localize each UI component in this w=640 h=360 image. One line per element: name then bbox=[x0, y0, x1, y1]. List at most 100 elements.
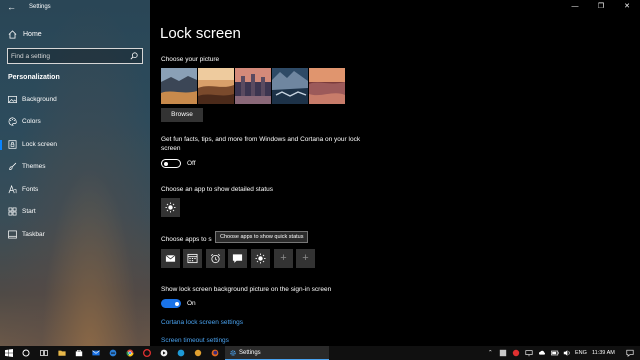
search-box bbox=[7, 48, 143, 64]
sidebar-item-label: Start bbox=[22, 208, 36, 215]
alarm-icon bbox=[210, 253, 221, 264]
app-title: Settings bbox=[29, 4, 51, 10]
taskbar-settings-button[interactable]: Settings bbox=[225, 346, 329, 360]
fun-facts-toggle[interactable] bbox=[161, 159, 181, 168]
fun-facts-text: Get fun facts, tips, and more from Windo… bbox=[161, 136, 361, 152]
sidebar-item-taskbar[interactable]: Taskbar bbox=[0, 227, 150, 243]
signin-background-toggle[interactable] bbox=[161, 299, 181, 308]
picture-thumbnail[interactable] bbox=[235, 68, 271, 104]
signin-background-text: Show lock screen background picture on t… bbox=[161, 286, 332, 293]
sidebar-item-themes[interactable]: Themes bbox=[0, 159, 150, 175]
browse-button[interactable]: Browse bbox=[161, 108, 203, 122]
taskbar: Settings ⌃ ENG 11:39 AM bbox=[0, 346, 640, 360]
quick-status-label: Choose apps to s bbox=[161, 236, 212, 243]
maximize-button[interactable]: ❐ bbox=[588, 0, 614, 14]
picture-thumbnail[interactable] bbox=[198, 68, 234, 104]
sidebar-item-label: Lock screen bbox=[22, 141, 58, 148]
weather-sun-icon bbox=[255, 253, 266, 264]
picture-thumbnails bbox=[161, 68, 345, 104]
picture-thumbnail[interactable] bbox=[161, 68, 197, 104]
windows-start-icon[interactable] bbox=[5, 349, 13, 357]
search-icon[interactable] bbox=[130, 52, 138, 60]
lock-screen-icon bbox=[8, 140, 17, 149]
page-title: Lock screen bbox=[160, 25, 241, 42]
toggle-knob bbox=[175, 301, 179, 306]
weather-sun-icon bbox=[165, 202, 176, 213]
battery-icon[interactable] bbox=[551, 349, 559, 357]
picture-thumbnail[interactable] bbox=[272, 68, 308, 104]
start-icon bbox=[8, 207, 17, 216]
network-icon[interactable] bbox=[525, 349, 533, 357]
sidebar-item-start[interactable]: Start bbox=[0, 204, 150, 220]
image-icon bbox=[8, 95, 17, 104]
quick-status-calendar-button[interactable] bbox=[183, 249, 202, 268]
file-explorer-icon[interactable] bbox=[58, 349, 66, 357]
detailed-status-app-button[interactable] bbox=[161, 198, 180, 217]
sidebar-item-colors[interactable]: Colors bbox=[0, 114, 150, 130]
media-player-icon[interactable] bbox=[160, 349, 168, 357]
choose-picture-label: Choose your picture bbox=[161, 56, 220, 63]
palette-icon bbox=[8, 117, 17, 126]
fun-facts-toggle-state: Off bbox=[187, 160, 196, 167]
signin-background-toggle-state: On bbox=[187, 300, 196, 307]
minimize-button[interactable]: — bbox=[562, 0, 588, 14]
show-hidden-icons-button[interactable]: ⌃ bbox=[488, 349, 493, 357]
detailed-status-label: Choose an app to show detailed status bbox=[161, 186, 274, 193]
window-controls: — ❐ ✕ bbox=[562, 0, 640, 14]
font-icon bbox=[8, 185, 17, 194]
edge-icon[interactable] bbox=[109, 349, 117, 357]
toggle-knob bbox=[164, 161, 168, 166]
skype-icon[interactable] bbox=[177, 349, 185, 357]
screen-timeout-link[interactable]: Screen timeout settings bbox=[161, 337, 229, 346]
cortana-lock-screen-link[interactable]: Cortana lock screen settings bbox=[161, 319, 243, 328]
picture-thumbnail[interactable] bbox=[309, 68, 345, 104]
quick-status-add-button[interactable]: + bbox=[296, 249, 315, 268]
quick-status-tooltip: Choose apps to show quick status bbox=[215, 231, 309, 243]
close-button[interactable]: ✕ bbox=[614, 0, 640, 14]
quick-status-add-button[interactable]: + bbox=[274, 249, 293, 268]
sidebar-item-label: Taskbar bbox=[22, 231, 45, 238]
taskbar-icon bbox=[8, 230, 17, 239]
settings-gear-icon bbox=[230, 350, 236, 356]
calendar-icon bbox=[187, 253, 198, 264]
quick-status-alarm-button[interactable] bbox=[206, 249, 225, 268]
store-icon[interactable] bbox=[75, 349, 83, 357]
volume-icon[interactable] bbox=[563, 349, 571, 357]
title-bar: ← Settings bbox=[0, 0, 150, 16]
tray-onedrive-icon[interactable] bbox=[538, 349, 546, 357]
sidebar-item-label: Fonts bbox=[22, 186, 39, 193]
sidebar-item-label: Colors bbox=[22, 118, 41, 125]
sidebar-item-lock-screen[interactable]: Lock screen bbox=[0, 137, 150, 153]
tray-app-red-icon[interactable] bbox=[512, 349, 520, 357]
home-link[interactable]: Home bbox=[8, 28, 42, 40]
lock-screen-page: — ❐ ✕ Lock screen Choose your picture Br… bbox=[150, 0, 640, 346]
sidebar-item-label: Themes bbox=[22, 163, 46, 170]
taskbar-settings-label: Settings bbox=[239, 350, 261, 356]
tray-app-icon[interactable] bbox=[499, 349, 507, 357]
search-input[interactable] bbox=[11, 50, 123, 62]
chrome-icon[interactable] bbox=[126, 349, 134, 357]
clock[interactable]: 11:39 AM bbox=[592, 349, 615, 357]
back-arrow-icon[interactable]: ← bbox=[7, 2, 16, 13]
home-label: Home bbox=[23, 30, 42, 38]
sidebar-item-fonts[interactable]: Fonts bbox=[0, 182, 150, 198]
selection-indicator bbox=[0, 140, 2, 150]
app-icon[interactable] bbox=[194, 349, 202, 357]
language-indicator[interactable]: ENG bbox=[575, 349, 587, 357]
quick-status-mail-button[interactable] bbox=[161, 249, 180, 268]
firefox-icon[interactable] bbox=[211, 349, 219, 357]
cortana-icon[interactable] bbox=[22, 349, 30, 357]
home-icon bbox=[8, 29, 17, 39]
quick-status-message-button[interactable] bbox=[228, 249, 247, 268]
task-view-icon[interactable] bbox=[40, 349, 48, 357]
sidebar-item-background[interactable]: Background bbox=[0, 92, 150, 108]
brush-icon bbox=[9, 162, 17, 170]
section-heading: Personalization bbox=[8, 74, 60, 81]
message-icon bbox=[232, 254, 243, 263]
action-center-icon[interactable] bbox=[626, 349, 634, 357]
opera-icon[interactable] bbox=[143, 349, 151, 357]
sidebar-item-label: Background bbox=[22, 96, 57, 103]
quick-status-weather-button[interactable] bbox=[251, 249, 270, 268]
mail-app-icon[interactable] bbox=[92, 349, 100, 357]
mail-icon bbox=[165, 255, 176, 262]
